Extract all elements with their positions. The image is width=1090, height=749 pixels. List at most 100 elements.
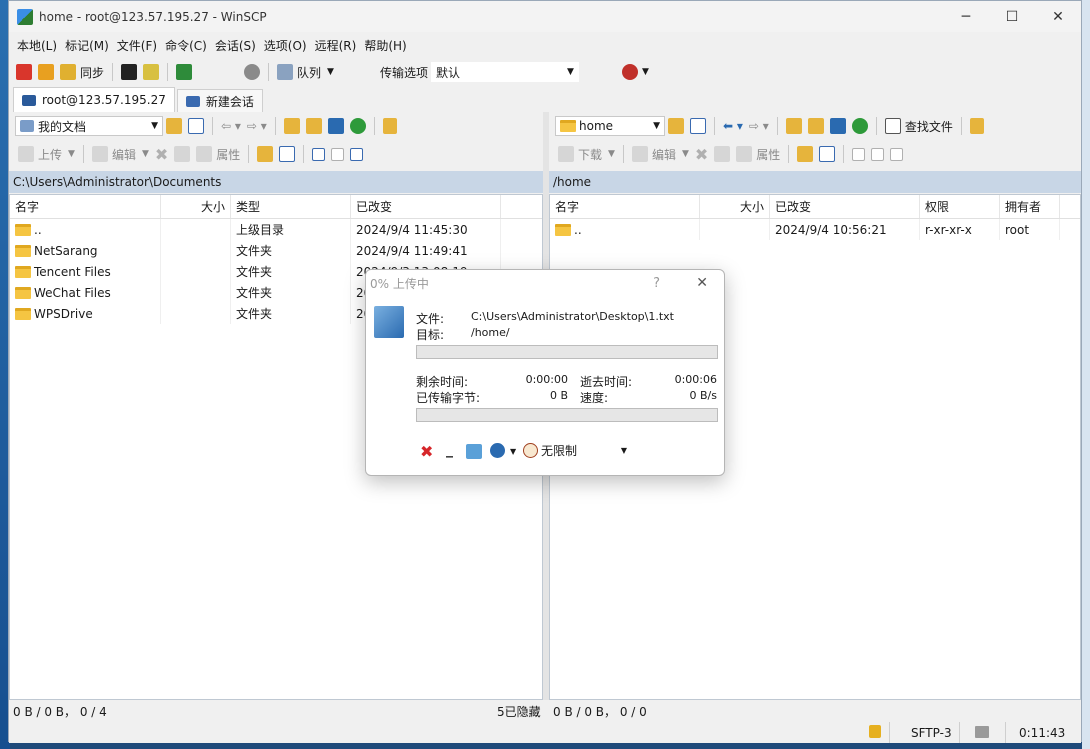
local-new-folder-button[interactable] (254, 143, 276, 165)
compare-dirs-button[interactable] (13, 61, 35, 83)
dialog-close-button[interactable]: ✕ (696, 275, 708, 291)
remote-select-all-button[interactable] (849, 143, 868, 165)
local-properties-button[interactable]: 属性 (193, 143, 243, 165)
remote-new-folder-button[interactable] (794, 143, 816, 165)
col-size[interactable]: 大小 (161, 195, 231, 218)
remote-parent-button[interactable] (783, 115, 805, 137)
local-location-select[interactable]: 我的文档 ▼ (15, 116, 163, 136)
toolbar-separator (776, 117, 778, 135)
hidden-count[interactable]: 5已隐藏 (497, 703, 541, 720)
download-button[interactable]: 下载 ▼ (555, 143, 618, 165)
table-row[interactable]: NetSarang 文件夹 2024/9/4 11:49:41 (10, 240, 542, 261)
menu-commands[interactable]: 命令(C) (161, 37, 211, 54)
menu-mark[interactable]: 标记(M) (61, 37, 113, 54)
tab-new-session[interactable]: 新建会话 (176, 89, 263, 112)
local-select-all-button[interactable] (309, 143, 328, 165)
menu-remote[interactable]: 远程(R) (311, 37, 361, 54)
maximize-button[interactable]: ☐ (989, 1, 1035, 32)
local-tree-button[interactable] (380, 115, 400, 137)
new-session-icon (185, 95, 200, 107)
local-edit-button[interactable]: 编辑 ▼ (89, 143, 152, 165)
once-done-button[interactable] (490, 443, 505, 458)
local-refresh-button[interactable] (347, 115, 369, 137)
local-rename-button[interactable] (171, 143, 193, 165)
move-to-queue-button[interactable] (466, 444, 482, 459)
local-parent-button[interactable] (281, 115, 303, 137)
remote-edit-button[interactable]: 编辑 ▼ (629, 143, 692, 165)
remote-open-folder-button[interactable] (665, 115, 687, 137)
folder-icon (15, 265, 31, 278)
remote-refresh-button[interactable] (849, 115, 871, 137)
remote-new-file-button[interactable] (816, 143, 838, 165)
queue-icon (277, 64, 294, 80)
local-delete-button[interactable]: ✖ (152, 143, 171, 165)
remote-back-button[interactable]: ⬅ ▾ (720, 115, 746, 137)
remote-forward-button[interactable]: ⇨ ▾ (746, 115, 772, 137)
delete-icon: ✖ (154, 144, 169, 164)
target-value: /home/ (471, 326, 510, 339)
menu-help[interactable]: 帮助(H) (360, 37, 410, 54)
menu-options[interactable]: 选项(O) (260, 37, 311, 54)
file-name-text: WPSDrive (34, 306, 93, 321)
menu-local[interactable]: 本地(L) (13, 37, 61, 54)
remote-delete-button[interactable]: ✖ (692, 143, 711, 165)
remote-rename-button[interactable] (711, 143, 733, 165)
dialog-help-button[interactable]: ? (653, 276, 660, 291)
col-changed[interactable]: 已改变 (351, 195, 501, 218)
col-name[interactable]: 名字 (10, 195, 161, 218)
remote-root-button[interactable] (805, 115, 827, 137)
file-changed: 2024/9/4 11:45:30 (351, 219, 501, 240)
local-filter-select-button[interactable] (347, 143, 366, 165)
menu-session[interactable]: 会话(S) (211, 37, 260, 54)
terminal-button[interactable] (118, 61, 140, 83)
filter-select-icon (890, 147, 904, 161)
putty-button[interactable] (140, 61, 162, 83)
minimize-button[interactable]: ─ (943, 1, 989, 32)
menu-files[interactable]: 文件(F) (113, 37, 161, 54)
local-filter-button[interactable] (185, 115, 207, 137)
preferences-button[interactable] (241, 61, 263, 83)
transfer-preset-select[interactable]: 默认 ▼ (430, 62, 579, 82)
table-row[interactable]: .. 2024/9/4 10:56:21 r-xr-xr-x root (550, 219, 1080, 240)
local-new-file-button[interactable] (276, 143, 298, 165)
sync-browse-button[interactable] (35, 61, 57, 83)
local-home-button[interactable] (325, 115, 347, 137)
remote-properties-button[interactable]: 属性 (733, 143, 783, 165)
refresh-session-button[interactable] (173, 61, 195, 83)
queue-button[interactable]: 队列 ▼ (274, 61, 337, 83)
col-type[interactable]: 类型 (231, 195, 351, 218)
find-files-button[interactable]: 查找文件 (882, 115, 956, 137)
remote-path-bar: /home (549, 171, 1081, 193)
speed-limit-select[interactable]: 无限制 ▼ (523, 442, 627, 459)
remote-location-select[interactable]: home ▼ (555, 116, 665, 136)
local-unselect-button[interactable] (328, 143, 347, 165)
table-row[interactable]: .. 上级目录 2024/9/4 11:45:30 (10, 219, 542, 240)
remote-unselect-button[interactable] (868, 143, 887, 165)
toolbar-separator (622, 145, 624, 163)
local-forward-button[interactable]: ⇨ ▾ (244, 115, 270, 137)
speed-value: 0 B/s (689, 389, 717, 402)
minimize-dialog-button[interactable]: _ (446, 442, 453, 458)
upload-label: 上传 (38, 147, 63, 162)
local-open-folder-button[interactable] (163, 115, 185, 137)
bytes-label: 已传输字节: (416, 391, 481, 405)
col-name[interactable]: 名字 (550, 195, 700, 218)
col-rights[interactable]: 权限 (920, 195, 1000, 218)
col-size[interactable]: 大小 (700, 195, 770, 218)
close-button[interactable]: ✕ (1035, 1, 1081, 32)
remote-filter-button[interactable] (687, 115, 709, 137)
remaining-value: 0:00:00 (525, 373, 568, 386)
local-root-button[interactable] (303, 115, 325, 137)
col-changed[interactable]: 已改变 (770, 195, 920, 218)
reconnect-button[interactable]: ▼ (619, 61, 652, 83)
sync-button[interactable]: 同步 (57, 61, 107, 83)
remote-home-button[interactable] (827, 115, 849, 137)
col-owner[interactable]: 拥有者 (1000, 195, 1060, 218)
remote-tree-button[interactable] (967, 115, 987, 137)
remote-filter-select-button[interactable] (887, 143, 906, 165)
file-size (161, 219, 231, 240)
cancel-transfer-button[interactable]: ✖ (420, 442, 433, 461)
upload-button[interactable]: 上传 ▼ (15, 143, 78, 165)
local-back-button[interactable]: ⇦ ▾ (218, 115, 244, 137)
tab-session[interactable]: root@123.57.195.27 (13, 87, 175, 112)
